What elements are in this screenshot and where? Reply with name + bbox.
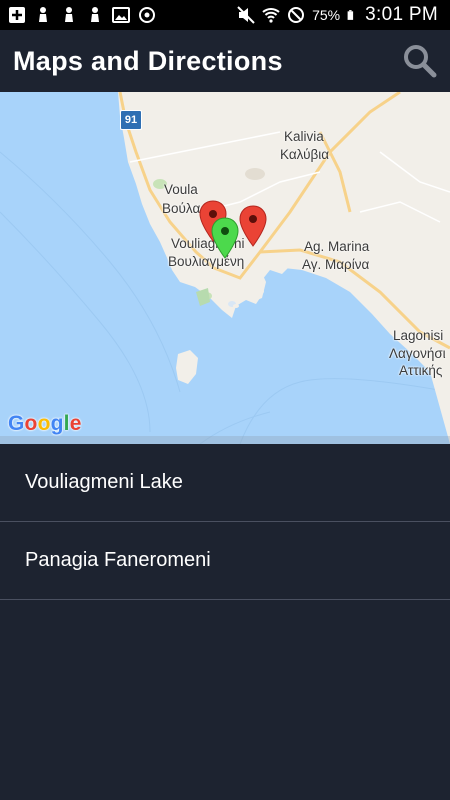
status-bar: 75% 3:01 PM [0, 0, 450, 30]
status-right-icons: 75% 3:01 PM [237, 4, 450, 26]
status-time: 3:01 PM [365, 4, 438, 25]
map-label-ag-marina-greek: Αγ. Μαρίνα [302, 257, 370, 272]
pawn-icon [39, 7, 47, 22]
map-label-lagonisi-greek: Λαγονήσι [389, 346, 446, 361]
wifi-icon [262, 8, 280, 23]
circle-sync-icon [139, 7, 155, 23]
map-label-kalivia-greek: Καλύβια [280, 147, 330, 162]
page-title: Maps and Directions [13, 45, 283, 76]
map-label-voula: Voula [164, 182, 198, 197]
road-shield-91: 91 [120, 110, 142, 130]
list-item-vouliagmeni-lake[interactable]: Vouliagmeni Lake [0, 444, 450, 522]
app-bar: Maps and Directions [0, 30, 450, 92]
google-logo: Google [8, 412, 82, 435]
place-list: Vouliagmeni Lake Panagia Faneromeni [0, 444, 450, 600]
add-box-icon [9, 7, 25, 23]
green-map-pin-icon[interactable] [211, 217, 239, 259]
map-label-voula-greek: Βούλα [162, 201, 201, 216]
do-not-disturb-icon [288, 7, 305, 23]
image-icon [112, 7, 130, 23]
mute-icon [237, 6, 255, 24]
list-item-label: Panagia Faneromeni [25, 549, 211, 571]
red-map-pin-icon[interactable] [239, 205, 267, 247]
status-left-icons [0, 6, 156, 24]
map-label-kalivia: Kalivia [284, 129, 324, 144]
pawn-icon [65, 7, 73, 22]
battery-icon [347, 10, 354, 20]
map-label-attiki-greek: Αττικής [399, 363, 443, 378]
list-item-panagia-faneromeni[interactable]: Panagia Faneromeni [0, 522, 450, 600]
map-label-ag-marina: Ag. Marina [304, 239, 370, 254]
search-icon[interactable] [402, 43, 438, 79]
map-label-lagonisi: Lagonisi [393, 328, 444, 343]
list-item-label: Vouliagmeni Lake [25, 471, 183, 493]
map-view[interactable]: 91 Kalivia Καλύβια Voula Βούλα Vouliagme… [0, 92, 450, 444]
pawn-icon [91, 7, 99, 22]
battery-percent: 75% [312, 7, 341, 23]
